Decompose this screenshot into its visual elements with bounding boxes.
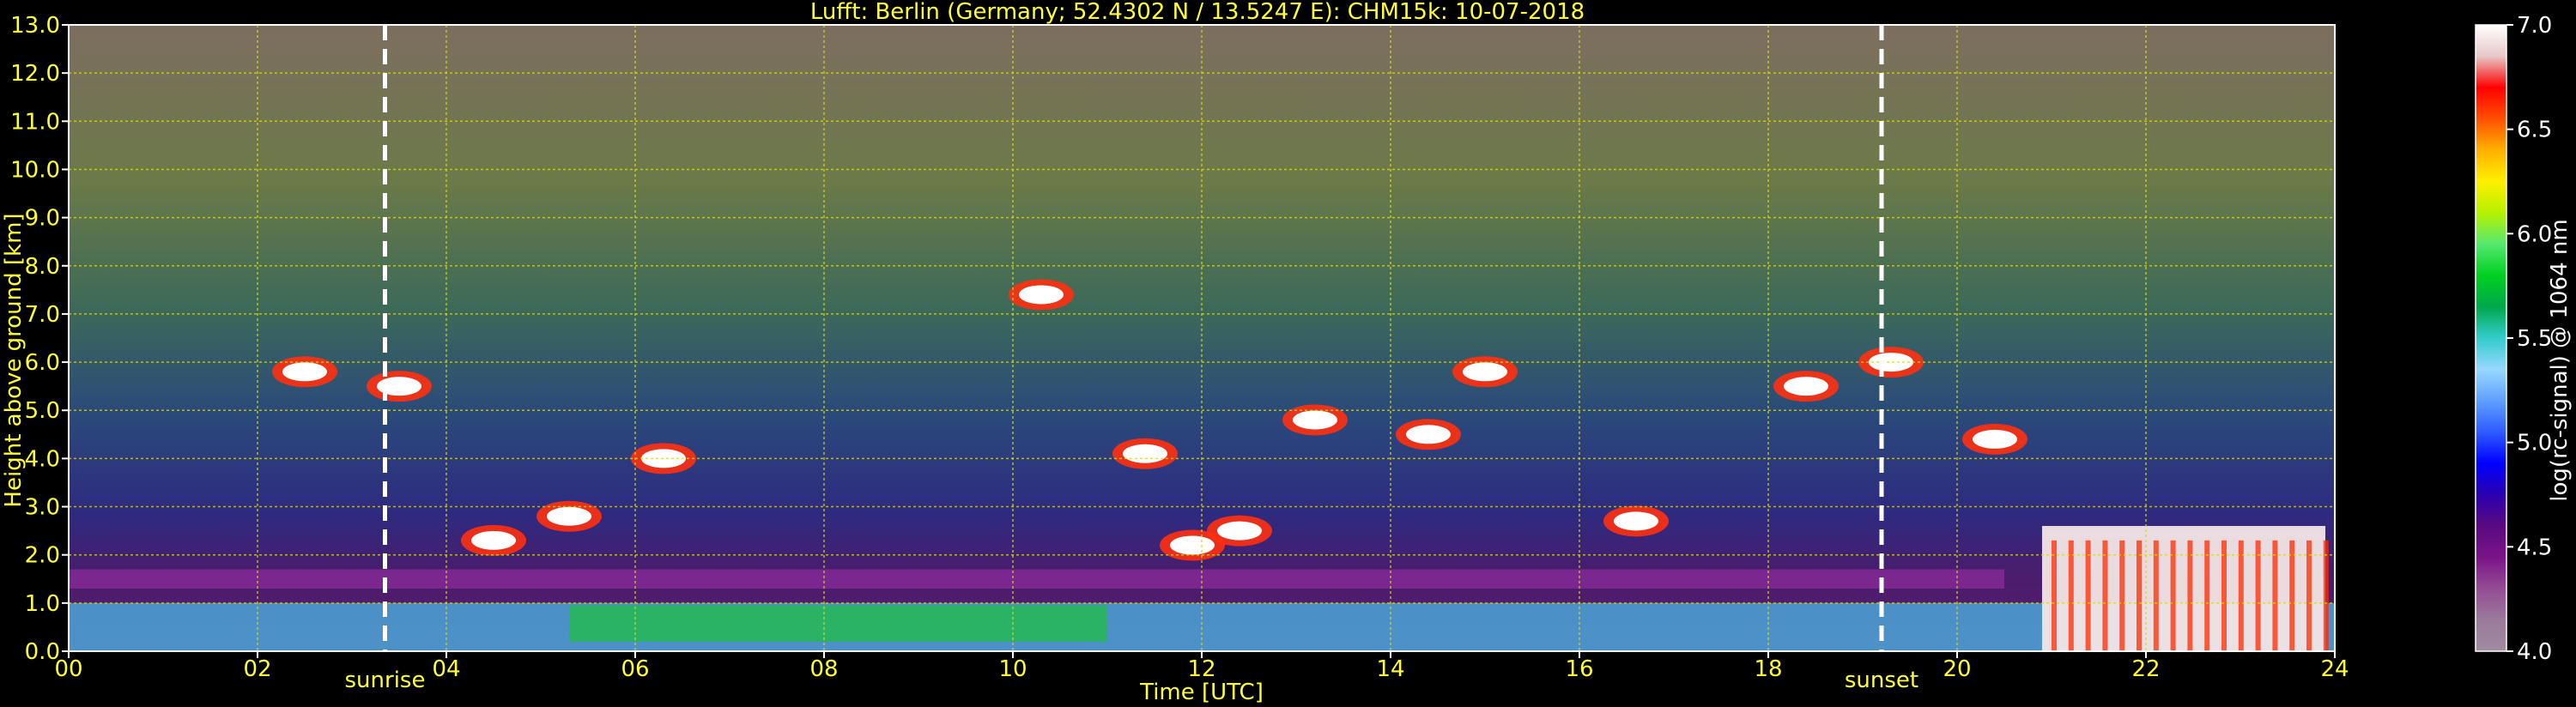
colorbar-label: log(rc-signal) @ 1064 nm xyxy=(2547,219,2573,501)
y-tick-label: 4.0 xyxy=(25,446,60,472)
precip-streak xyxy=(2085,540,2091,651)
y-tick-label: 13.0 xyxy=(10,13,60,39)
cloud-core xyxy=(471,530,516,550)
x-tick-label: 12 xyxy=(1187,656,1215,682)
ceilometer-chart: sunrise sunset 00 02 04 06 08 10 12 14 16 18 20 22 24… xyxy=(1,0,2573,705)
x-tick-label: 08 xyxy=(809,656,838,682)
colorbar-tick-label: 6.5 xyxy=(2517,118,2552,143)
layer-precip-rain xyxy=(2042,526,2325,651)
y-tick-label: 12.0 xyxy=(10,61,60,87)
cloud-core xyxy=(1784,377,1828,396)
colorbar-tick-label: 4.0 xyxy=(2517,639,2552,665)
x-tick-label: 22 xyxy=(2131,656,2160,682)
annotation-label: sunrise xyxy=(345,668,426,693)
precip-streak xyxy=(2255,540,2261,651)
y-tick-label: 11.0 xyxy=(10,109,60,135)
x-tick-label: 04 xyxy=(432,656,460,682)
precip-streak xyxy=(2170,540,2176,651)
precip-streak xyxy=(2204,540,2210,651)
y-tick-label: 7.0 xyxy=(25,302,60,328)
cloud-core xyxy=(1973,429,2017,449)
y-tick-label: 3.0 xyxy=(25,495,60,521)
precip-streak xyxy=(2153,540,2159,651)
y-tick-label: 1.0 xyxy=(25,591,60,617)
cloud-core xyxy=(1614,511,1658,531)
x-tick-label: 02 xyxy=(243,656,271,682)
cloud-core xyxy=(1869,353,1913,372)
cloud-core xyxy=(1217,521,1262,541)
cloud-core xyxy=(1019,285,1064,305)
cloud-core xyxy=(282,362,327,382)
precip-streak xyxy=(2221,540,2227,651)
cloud-core xyxy=(1406,425,1451,444)
x-tick-label: 16 xyxy=(1565,656,1593,682)
x-tick-label: 18 xyxy=(1754,656,1782,682)
colorbar: 4.04.55.05.56.06.57.0 xyxy=(2475,13,2552,665)
y-tick-label: 5.0 xyxy=(25,398,60,424)
x-axis-label: Time [UTC] xyxy=(1139,680,1264,705)
precip-streak xyxy=(2102,540,2108,651)
precip-streak xyxy=(2289,540,2295,651)
layer-aerosol xyxy=(569,605,1107,642)
x-tick-label: 06 xyxy=(621,656,649,682)
x-tick-label: 14 xyxy=(1376,656,1404,682)
precip-streak xyxy=(2068,540,2074,651)
cloud-core xyxy=(1293,410,1337,430)
precip-streak xyxy=(2137,540,2142,651)
chart-title: Lufft: Berlin (Germany; 52.4302 N / 13.5… xyxy=(810,0,1585,25)
colorbar-tick-label: 4.5 xyxy=(2517,535,2552,560)
precip-streak xyxy=(2306,540,2312,651)
y-tick-label: 9.0 xyxy=(25,206,60,232)
y-tick-label: 2.0 xyxy=(25,543,60,569)
cloud-core xyxy=(1463,362,1507,382)
x-tick-label: 24 xyxy=(2320,656,2349,682)
colorbar-tick-label: 7.0 xyxy=(2517,13,2552,39)
precip-streak xyxy=(2323,540,2329,651)
colorbar-gradient xyxy=(2476,25,2506,651)
precip-streak xyxy=(2187,540,2193,651)
precip-streak xyxy=(2272,540,2278,651)
precip-streak xyxy=(2119,540,2125,651)
y-tick-label: 6.0 xyxy=(25,350,60,376)
y-tick-label: 10.0 xyxy=(10,157,60,183)
cloud-core xyxy=(1123,444,1167,463)
annotation-label: sunset xyxy=(1845,668,1918,693)
y-tick-label: 0.0 xyxy=(25,639,60,665)
cloud-core xyxy=(547,506,591,526)
layer-boundary-layer-top xyxy=(69,569,2004,589)
x-tick-label: 20 xyxy=(1943,656,1971,682)
cloud-core xyxy=(1170,535,1215,555)
y-axis-label: Height above ground [km] xyxy=(1,213,27,507)
x-tick-label: 10 xyxy=(998,656,1027,682)
y-tick-label: 8.0 xyxy=(25,254,60,280)
precip-streak xyxy=(2052,540,2057,651)
precip-streak xyxy=(2238,540,2244,651)
